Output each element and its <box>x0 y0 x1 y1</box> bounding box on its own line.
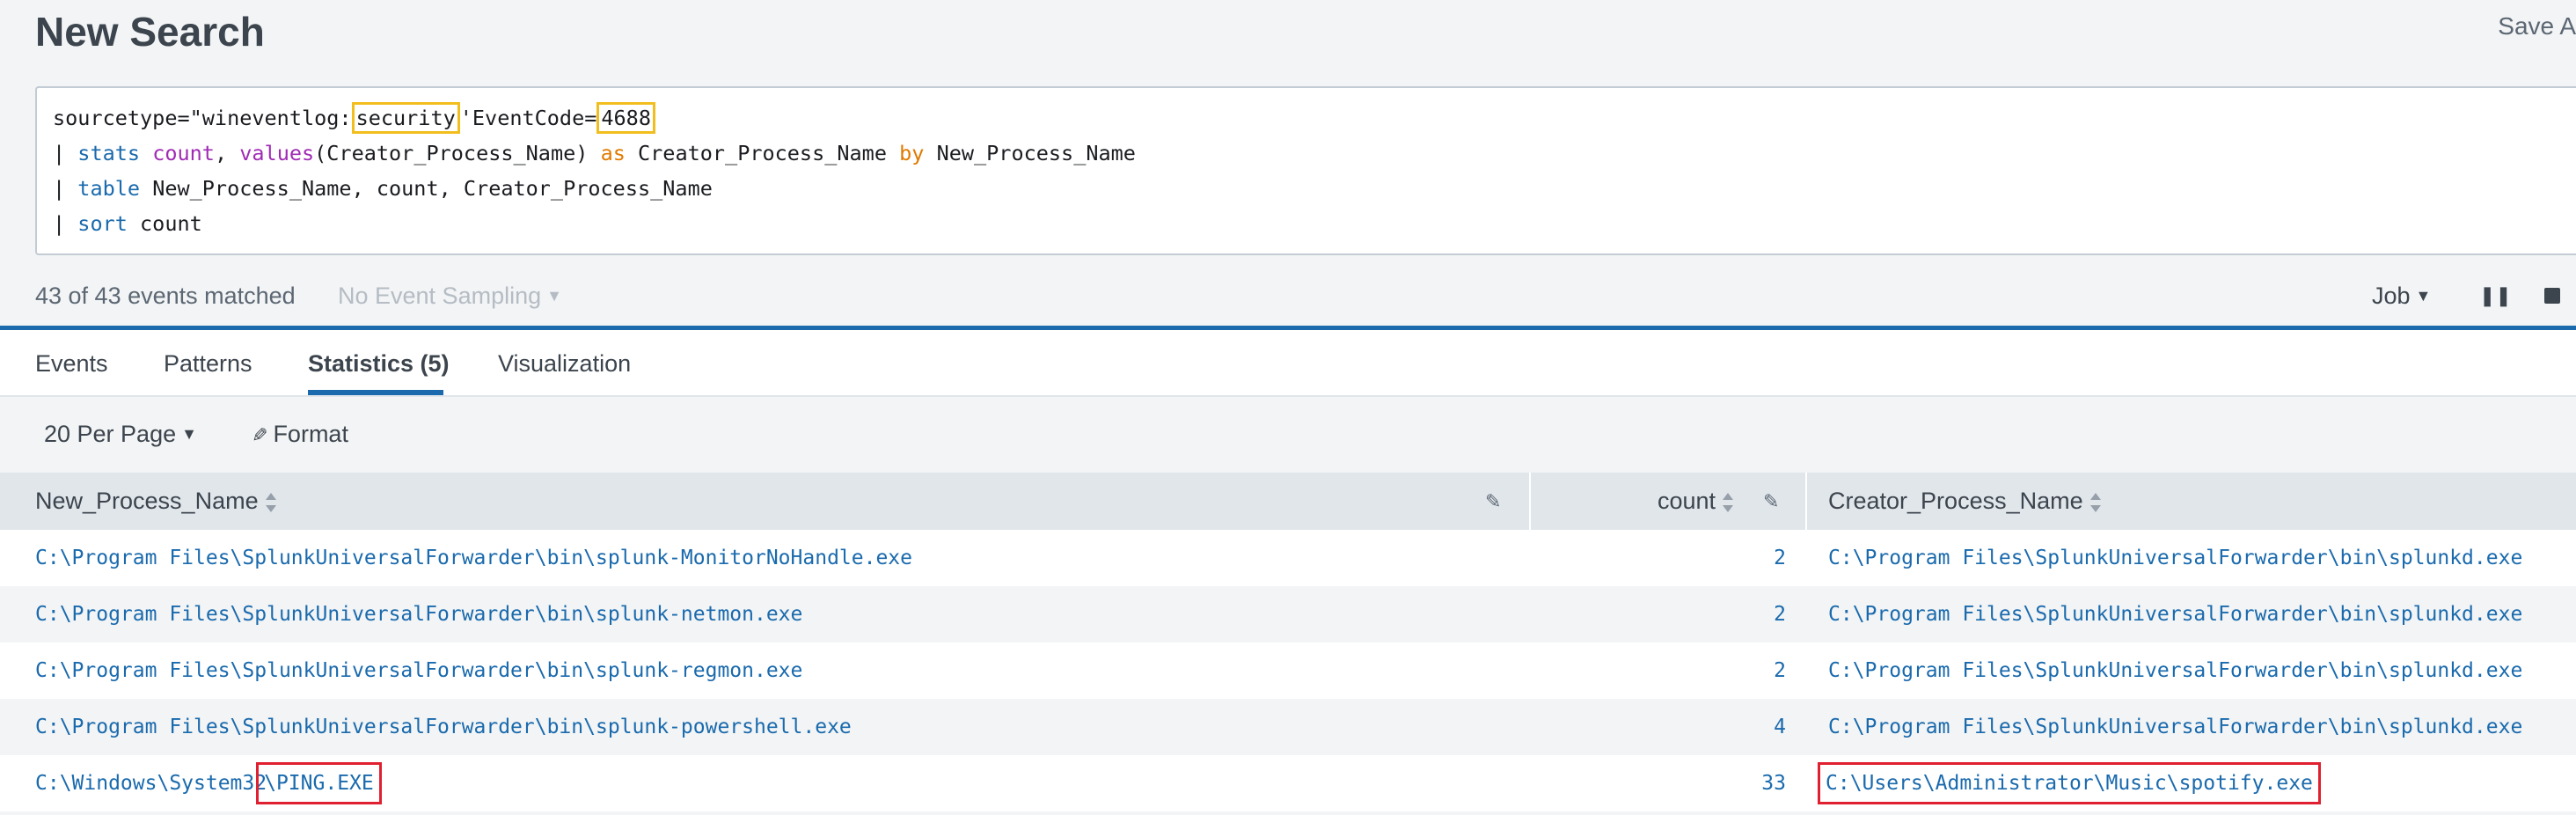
column-divider <box>1529 473 1531 530</box>
query-command: stats <box>77 141 141 165</box>
query-command: sort <box>77 211 128 236</box>
search-line-1: sourcetype="wineventlog: security 'EventCo… <box>53 100 2576 136</box>
query-text: (Creator_Process_Name) <box>314 141 601 165</box>
column-header-new-process-name[interactable]: New_Process_Name <box>35 473 276 530</box>
new-process-name-cell[interactable]: C:\Program Files\SplunkUniversalForwarde… <box>35 642 802 699</box>
query-pipe: | <box>53 176 78 201</box>
column-header-creator-process-name[interactable]: Creator_Process_Name <box>1828 473 2101 530</box>
creator-process-name-cell[interactable]: C:\Program Files\SplunkUniversalForwarde… <box>1828 586 2522 642</box>
results-toolbar: 20 Per Page ▼ ✎ Format <box>0 397 2576 473</box>
pencil-icon[interactable]: ✎ <box>1485 473 1501 530</box>
event-sampling-label: No Event Sampling <box>338 283 542 309</box>
query-pipe: | <box>53 211 78 236</box>
highlight-security: security <box>351 102 460 134</box>
splunk-search-page: New Search Save A sourcetype="wineventlo… <box>0 0 2576 815</box>
job-menu-label: Job <box>2372 283 2411 309</box>
pencil-icon: ✎ <box>252 424 268 446</box>
column-divider <box>1805 473 1807 530</box>
creator-process-name-cell[interactable]: C:\Program Files\SplunkUniversalForwarde… <box>1828 642 2522 699</box>
tab-events[interactable]: Events <box>35 348 108 379</box>
tab-patterns[interactable]: Patterns <box>164 348 252 379</box>
query-function: count <box>152 141 215 165</box>
new-process-name-cell[interactable]: C:\Program Files\SplunkUniversalForwarde… <box>35 586 802 642</box>
format-label: Format <box>273 421 348 447</box>
column-header-count[interactable]: count <box>1658 473 1734 530</box>
pencil-icon[interactable]: ✎ <box>1763 473 1779 530</box>
sort-icon[interactable] <box>1723 492 1734 512</box>
count-cell[interactable]: 2 <box>1672 586 1786 642</box>
caret-down-icon: ▼ <box>2415 287 2432 305</box>
active-tab-indicator <box>308 390 443 395</box>
query-text: New_Process_Name <box>924 141 1136 165</box>
results-tabs: Events Patterns Statistics (5) Visualiza… <box>0 330 2576 397</box>
highlight-ping-exe: \PING.EXE <box>256 762 382 804</box>
creator-process-name-cell[interactable]: C:\Program Files\SplunkUniversalForwarde… <box>1828 699 2522 755</box>
pause-icon[interactable]: ❚❚ <box>2479 283 2512 308</box>
query-command: table <box>77 176 141 201</box>
query-text: Creator_Process_Name <box>625 141 900 165</box>
query-text: New_Process_Name, count, Creator_Process… <box>140 176 713 201</box>
sort-icon[interactable] <box>2089 492 2101 512</box>
per-page-dropdown[interactable]: 20 Per Page ▼ <box>44 418 197 452</box>
per-page-label: 20 Per Page <box>44 421 177 447</box>
search-line-4: | sort count <box>53 206 2576 241</box>
table-row: C:\Windows\System32\PING.EXE 33 C:\Users… <box>0 755 2576 811</box>
new-process-name-cell[interactable]: C:\Program Files\SplunkUniversalForwarde… <box>35 530 912 586</box>
format-button[interactable]: ✎ Format <box>252 418 348 452</box>
count-cell[interactable]: 4 <box>1672 699 1786 755</box>
statistics-table: New_Process_Name ✎ count ✎ Creator_Proce… <box>0 473 2576 811</box>
query-keyword: as <box>600 141 626 165</box>
query-text: , <box>214 141 240 165</box>
tab-visualization[interactable]: Visualization <box>498 348 631 379</box>
event-sampling-dropdown[interactable]: No Event Sampling ▼ <box>338 278 562 316</box>
search-query-editor[interactable]: sourcetype="wineventlog: security 'EventCo… <box>35 86 2576 255</box>
count-cell[interactable]: 2 <box>1672 642 1786 699</box>
query-text: sourcetype="wineventlog: <box>53 106 352 130</box>
save-as-menu[interactable]: Save A <box>2498 9 2576 44</box>
creator-process-name-cell[interactable]: C:\Program Files\SplunkUniversalForwarde… <box>1828 530 2522 586</box>
caret-down-icon: ▼ <box>546 287 562 305</box>
column-header-label: Creator_Process_Name <box>1828 488 2083 514</box>
new-process-name-cell[interactable]: C:\Program Files\SplunkUniversalForwarde… <box>35 699 852 755</box>
caret-down-icon: ▼ <box>181 425 197 443</box>
count-cell[interactable]: 2 <box>1672 530 1786 586</box>
table-row: C:\Program Files\SplunkUniversalForwarde… <box>0 530 2576 586</box>
events-matched-status: 43 of 43 events matched <box>35 283 296 309</box>
page-title: New Search <box>35 9 265 55</box>
table-row: C:\Program Files\SplunkUniversalForwarde… <box>0 642 2576 699</box>
tab-statistics[interactable]: Statistics (5) <box>308 348 450 379</box>
new-process-name-cell[interactable]: C:\Windows\System32\PING.EXE <box>35 755 382 811</box>
query-keyword: by <box>899 141 925 165</box>
query-text: count <box>127 211 202 236</box>
sort-icon[interactable] <box>265 492 276 512</box>
process-path-text: C:\Windows\System32 <box>35 772 267 795</box>
stop-icon[interactable] <box>2541 283 2565 308</box>
count-cell[interactable]: 33 <box>1672 755 1786 811</box>
highlight-eventcode: 4688 <box>596 102 655 134</box>
table-row: C:\Program Files\SplunkUniversalForwarde… <box>0 586 2576 642</box>
query-function: values <box>239 141 315 165</box>
query-pipe: | <box>53 141 78 165</box>
highlight-spotify-exe: C:\Users\Administrator\Music\spotify.exe <box>1818 762 2321 804</box>
job-menu[interactable]: Job ▼ <box>2372 278 2431 316</box>
column-header-label: count <box>1658 488 1716 514</box>
column-header-label: New_Process_Name <box>35 488 259 514</box>
search-line-3: | table New_Process_Name, count, Creator… <box>53 171 2576 206</box>
search-line-2: | stats count, values(Creator_Process_Na… <box>53 136 2576 171</box>
creator-process-name-cell[interactable]: C:\Users\Administrator\Music\spotify.exe <box>1818 755 2321 811</box>
table-header: New_Process_Name ✎ count ✎ Creator_Proce… <box>0 473 2576 530</box>
query-text: 'EventCode= <box>459 106 597 130</box>
query-text <box>140 141 152 165</box>
table-row: C:\Program Files\SplunkUniversalForwarde… <box>0 699 2576 755</box>
